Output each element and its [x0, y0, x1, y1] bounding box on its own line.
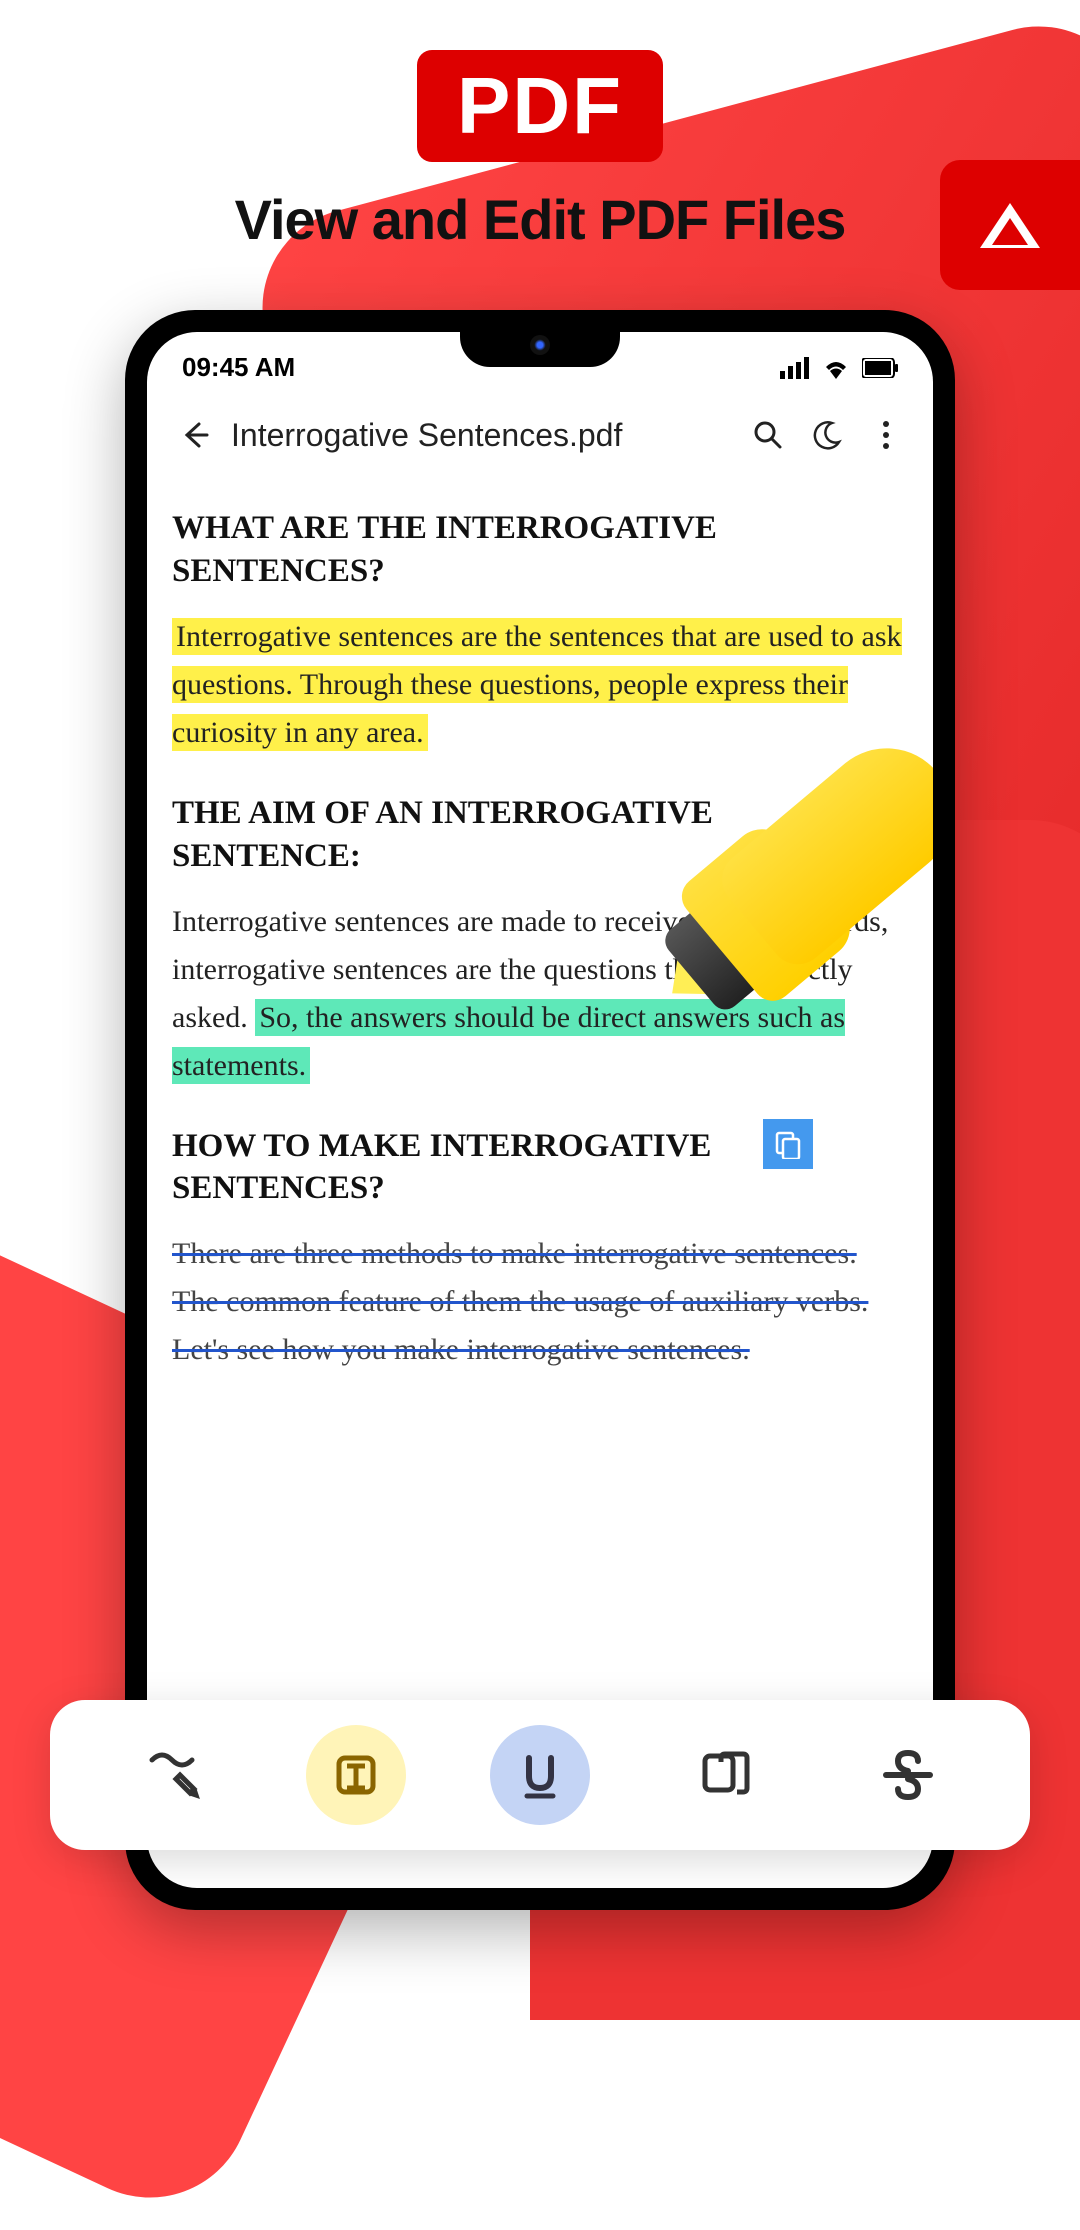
- draw-tool-button[interactable]: [122, 1725, 222, 1825]
- phone-notch: [460, 332, 620, 367]
- highlight-tool-button[interactable]: [306, 1725, 406, 1825]
- battery-icon: [862, 358, 898, 378]
- wifi-icon: [822, 357, 850, 379]
- signal-icon: [780, 357, 810, 379]
- document-text: There are three methods to make interrog…: [172, 1230, 908, 1374]
- more-menu-button[interactable]: [864, 413, 908, 457]
- document-viewport[interactable]: WHAT ARE THE INTERROGATIVE SENTENCES? In…: [147, 477, 933, 1439]
- underline-tool-button[interactable]: [490, 1725, 590, 1825]
- copy-tool-button[interactable]: [674, 1725, 774, 1825]
- app-logo-badge: [940, 160, 1080, 290]
- document-title: Interrogative Sentences.pdf: [231, 417, 731, 454]
- pdf-badge: PDF: [417, 50, 663, 162]
- selection-handle[interactable]: [763, 1119, 813, 1169]
- section-heading: WHAT ARE THE INTERROGATIVE SENTENCES?: [172, 507, 908, 593]
- phone-frame: 09:45 AM Interrogative Sentences.pdf: [125, 310, 955, 1910]
- search-button[interactable]: [746, 413, 790, 457]
- app-bar: Interrogative Sentences.pdf: [147, 393, 933, 477]
- strikethrough-tool-button[interactable]: [858, 1725, 958, 1825]
- status-time: 09:45 AM: [182, 352, 295, 383]
- strikethrough-text[interactable]: There are three methods to make interrog…: [172, 1237, 868, 1366]
- dark-mode-button[interactable]: [805, 413, 849, 457]
- document-text: Interrogative sentences are the sentence…: [172, 613, 908, 757]
- promo-header: PDF View and Edit PDF Files: [0, 0, 1080, 252]
- back-button[interactable]: [172, 413, 216, 457]
- highlighted-text-yellow[interactable]: Interrogative sentences are the sentence…: [172, 618, 902, 751]
- tagline: View and Edit PDF Files: [0, 187, 1080, 252]
- annotation-toolbar: [50, 1700, 1030, 1850]
